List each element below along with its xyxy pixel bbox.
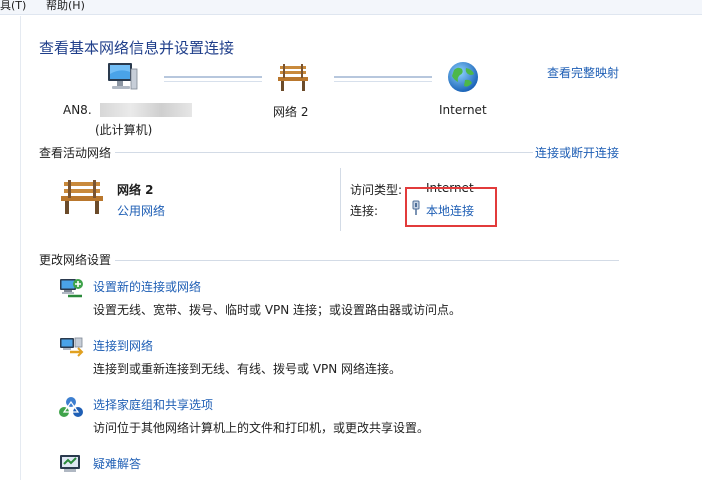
bench-icon[interactable] — [275, 62, 311, 94]
connector-network-internet — [334, 76, 432, 82]
change-settings-divider — [115, 260, 619, 261]
setup-connection-desc: 设置无线、宽带、拨号、临时或 VPN 连接；或设置路由器或访问点。 — [93, 303, 462, 317]
connect-disconnect-link[interactable]: 连接或断开连接 — [535, 144, 619, 161]
full-map-link[interactable]: 查看完整映射 — [547, 64, 619, 81]
menu-bar: 具(T) 帮助(H) — [0, 0, 702, 15]
troubleshoot-icon[interactable] — [58, 452, 84, 478]
menu-help[interactable]: 帮助(H) — [46, 0, 85, 12]
connector-computer-network — [164, 76, 262, 82]
highlight-annotation — [405, 187, 497, 227]
setup-connection-link[interactable]: 设置新的连接或网络 — [93, 278, 201, 295]
homegroup-desc: 访问位于其他网络计算机上的文件和打印机，或更改共享设置。 — [93, 421, 430, 435]
change-settings-title: 更改网络设置 — [39, 253, 112, 267]
redacted-block — [100, 103, 192, 117]
homegroup-icon[interactable] — [58, 395, 84, 421]
homegroup-link[interactable]: 选择家庭组和共享选项 — [93, 396, 213, 413]
connections-label: 连接: — [350, 204, 379, 218]
active-network-name: 网络 2 — [117, 183, 154, 197]
internet-label: Internet — [439, 103, 487, 117]
active-networks-divider — [115, 152, 533, 153]
menu-tools[interactable]: 具(T) — [0, 0, 26, 12]
setup-connection-icon[interactable] — [58, 276, 84, 302]
computer-icon[interactable] — [104, 60, 140, 96]
network-map-name: 网络 2 — [273, 105, 309, 119]
connect-network-desc: 连接到或重新连接到无线、有线、拨号或 VPN 网络连接。 — [93, 362, 402, 376]
network-type-link[interactable]: 公用网络 — [117, 202, 165, 219]
access-type-label: 访问类型: — [350, 183, 403, 197]
active-network-vertical-divider — [340, 168, 341, 231]
computer-name: AN8. — [63, 103, 92, 117]
computer-sub-label: (此计算机) — [95, 123, 153, 137]
connect-network-icon[interactable] — [58, 334, 84, 360]
connect-network-link[interactable]: 连接到网络 — [93, 337, 153, 354]
page-title: 查看基本网络信息并设置连接 — [39, 39, 235, 57]
active-networks-title: 查看活动网络 — [39, 146, 112, 160]
troubleshoot-link[interactable]: 疑难解答 — [93, 455, 141, 472]
globe-icon[interactable] — [446, 60, 480, 94]
active-network-bench-icon[interactable] — [58, 178, 106, 218]
